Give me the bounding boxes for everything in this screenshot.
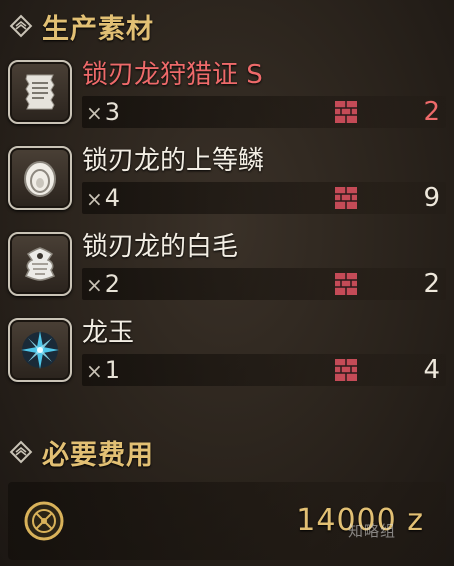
cost-section-header: 必要费用: [8, 432, 154, 472]
materials-section-header: 生产素材: [8, 6, 154, 46]
diamond-chain-icon: [8, 13, 34, 39]
required-quantity: ×2: [86, 270, 121, 298]
quantity-bar: ×2 2: [82, 268, 446, 300]
material-row[interactable]: 锁刃龙的白毛 ×2 2: [8, 228, 446, 306]
diamond-chain-icon: [8, 439, 34, 465]
required-quantity: ×1: [86, 356, 121, 384]
quantity-bar: ×3 2: [82, 96, 446, 128]
dragon-gem-icon: [8, 318, 72, 382]
item-box-icon: [335, 101, 357, 123]
owned-count: 2: [423, 269, 440, 299]
required-quantity: ×4: [86, 184, 121, 212]
material-name: 龙玉: [82, 318, 135, 348]
cost-section-title: 必要费用: [42, 439, 154, 471]
material-row[interactable]: 锁刃龙狩猎证 S ×3 2: [8, 56, 446, 134]
material-name: 锁刃龙的上等鳞: [82, 146, 265, 176]
item-box-icon: [335, 273, 357, 295]
material-name: 锁刃龙狩猎证 S: [82, 60, 263, 90]
material-name: 锁刃龙的白毛: [82, 232, 239, 262]
fur-icon: [8, 232, 72, 296]
material-row[interactable]: 锁刃龙的上等鳞 ×4 9: [8, 142, 446, 220]
owned-count: 2: [423, 97, 440, 127]
watermark-text: 知略组: [347, 522, 396, 540]
hunting-certificate-icon: [8, 60, 72, 124]
material-row[interactable]: 龙玉 ×1 4: [8, 314, 446, 392]
item-box-icon: [335, 359, 357, 381]
owned-count: 4: [423, 355, 440, 385]
quantity-bar: ×4 9: [82, 182, 446, 214]
owned-count: 9: [423, 183, 440, 213]
quantity-bar: ×1 4: [82, 354, 446, 386]
item-box-icon: [335, 187, 357, 209]
scale-icon: [8, 146, 72, 210]
required-quantity: ×3: [86, 98, 121, 126]
zenny-coin-icon: [24, 501, 64, 541]
materials-section-title: 生产素材: [42, 13, 154, 45]
